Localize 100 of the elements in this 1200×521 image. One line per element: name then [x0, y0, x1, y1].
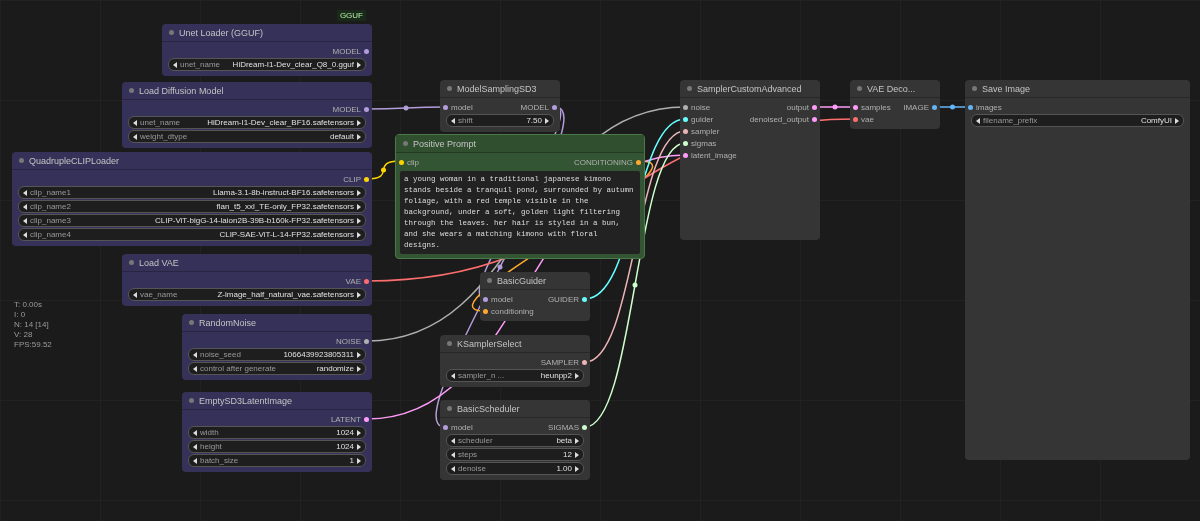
- output-socket[interactable]: [582, 359, 587, 365]
- node-title-bar[interactable]: BasicGuider: [480, 272, 590, 290]
- output-socket[interactable]: [364, 416, 369, 422]
- left-arrow-icon[interactable]: [173, 61, 177, 68]
- input-socket[interactable]: [683, 128, 688, 134]
- combo-widget[interactable]: clip_name3 CLIP-ViT-bigG-14-laion2B-39B-b160k-FP32.safetensors: [18, 214, 366, 227]
- node-panel[interactable]: KSamplerSelect SAMPLER sampler_n ... heunpp2: [440, 335, 590, 387]
- node-panel[interactable]: BasicScheduler model SIGMAS scheduler beta steps 12 denoise 1.00: [440, 400, 590, 480]
- output-socket[interactable]: [582, 424, 587, 430]
- combo-widget[interactable]: unet_name HiDream-I1-Dev_clear_Q8_0.gguf: [168, 58, 366, 71]
- left-arrow-icon[interactable]: [133, 291, 137, 298]
- output-socket[interactable]: [364, 278, 369, 284]
- input-socket[interactable]: [443, 424, 448, 430]
- combo-widget[interactable]: batch_size 1: [188, 454, 366, 467]
- output-socket[interactable]: [364, 338, 369, 344]
- combo-widget[interactable]: noise_seed 1066439923805311: [188, 348, 366, 361]
- input-socket[interactable]: [683, 116, 688, 122]
- widget-label: width: [200, 428, 219, 437]
- node-title-bar[interactable]: Load Diffusion Model: [122, 82, 372, 100]
- right-arrow-icon[interactable]: [1175, 117, 1179, 124]
- input-socket[interactable]: [483, 296, 488, 302]
- node-title-bar[interactable]: Positive Prompt: [396, 135, 644, 153]
- node-title-bar[interactable]: EmptySD3LatentImage: [182, 392, 372, 410]
- collapse-dot-icon[interactable]: [972, 86, 977, 91]
- combo-widget[interactable]: width 1024: [188, 426, 366, 439]
- combo-widget[interactable]: vae_name Z-image_half_natural_vae.safetensors: [128, 288, 366, 301]
- output-socket[interactable]: [552, 104, 557, 110]
- output-socket[interactable]: [582, 296, 587, 302]
- node-title-bar[interactable]: Load VAE: [122, 254, 372, 272]
- node-panel[interactable]: VAE Deco... samples IMAGE vae: [850, 80, 940, 129]
- node-title: Load Diffusion Model: [139, 85, 224, 96]
- input-socket[interactable]: [853, 104, 858, 110]
- node-panel[interactable]: SamplerCustomAdvanced noise output guider denoised_output sampler sigmas latent_image: [680, 80, 820, 240]
- node-title-bar[interactable]: BasicScheduler: [440, 400, 590, 418]
- collapse-dot-icon[interactable]: [487, 278, 492, 283]
- input-socket[interactable]: [483, 308, 488, 314]
- node-title-bar[interactable]: QuadrupleCLIPLoader: [12, 152, 372, 170]
- input-socket[interactable]: [683, 140, 688, 146]
- combo-widget[interactable]: height 1024: [188, 440, 366, 453]
- left-arrow-icon[interactable]: [451, 372, 455, 379]
- node-panel[interactable]: EmptySD3LatentImage LATENT width 1024 height 1024 batch_size 1: [182, 392, 372, 472]
- node-panel[interactable]: RandomNoise NOISE noise_seed 1066439923805311 control after generate randomize: [182, 314, 372, 380]
- output-socket[interactable]: [812, 116, 817, 122]
- collapse-dot-icon[interactable]: [189, 398, 194, 403]
- collapse-dot-icon[interactable]: [857, 86, 862, 91]
- node-panel[interactable]: BasicGuider model GUIDER conditioning: [480, 272, 590, 321]
- combo-widget[interactable]: control after generate randomize: [188, 362, 366, 375]
- combo-widget[interactable]: denoise 1.00: [446, 462, 584, 475]
- output-socket[interactable]: [364, 48, 369, 54]
- node-title-bar[interactable]: SamplerCustomAdvanced: [680, 80, 820, 98]
- node-title-bar[interactable]: Unet Loader (GGUF): [162, 24, 372, 42]
- node-panel[interactable]: Load Diffusion Model MODEL unet_name HiDream-I1-Dev_clear_BF16.safetensors weight_dtype default: [122, 82, 372, 148]
- combo-widget[interactable]: clip_name2 flan_t5_xxl_TE-only_FP32.safetensors: [18, 200, 366, 213]
- combo-widget[interactable]: clip_name1 Llama-3.1-8b-instruct-BF16.safetensors: [18, 186, 366, 199]
- collapse-dot-icon[interactable]: [189, 320, 194, 325]
- collapse-dot-icon[interactable]: [447, 86, 452, 91]
- node-title-bar[interactable]: ModelSamplingSD3: [440, 80, 560, 98]
- collapse-dot-icon[interactable]: [447, 341, 452, 346]
- collapse-dot-icon[interactable]: [169, 30, 174, 35]
- output-socket[interactable]: [364, 106, 369, 112]
- right-arrow-icon[interactable]: [545, 117, 549, 124]
- combo-widget[interactable]: clip_name4 CLIP-SAE-ViT-L-14-FP32.safetensors: [18, 228, 366, 241]
- collapse-dot-icon[interactable]: [19, 158, 24, 163]
- collapse-dot-icon[interactable]: [687, 86, 692, 91]
- collapse-dot-icon[interactable]: [129, 260, 134, 265]
- node-title-bar[interactable]: RandomNoise: [182, 314, 372, 332]
- collapse-dot-icon[interactable]: [447, 406, 452, 411]
- input-socket[interactable]: [683, 152, 688, 158]
- right-arrow-icon[interactable]: [357, 61, 361, 68]
- right-arrow-icon[interactable]: [357, 291, 361, 298]
- collapse-dot-icon[interactable]: [129, 88, 134, 93]
- widget-label: filename_prefix: [983, 116, 1038, 125]
- input-socket[interactable]: [443, 104, 448, 110]
- left-arrow-icon[interactable]: [976, 117, 980, 124]
- node-title-bar[interactable]: KSamplerSelect: [440, 335, 590, 353]
- node-title-bar[interactable]: VAE Deco...: [850, 80, 940, 98]
- combo-widget[interactable]: sampler_n ... heunpp2: [446, 369, 584, 382]
- output-socket[interactable]: [932, 104, 937, 110]
- output-socket[interactable]: [364, 176, 369, 182]
- widget-value: heunpp2: [540, 371, 572, 380]
- left-arrow-icon[interactable]: [451, 117, 455, 124]
- combo-widget[interactable]: shift 7.50: [446, 114, 554, 127]
- node-panel[interactable]: [395, 134, 645, 259]
- combo-widget[interactable]: filename_prefix ComfyUI: [971, 114, 1184, 127]
- right-arrow-icon[interactable]: [575, 372, 579, 379]
- node-panel[interactable]: [12, 152, 372, 246]
- input-socket[interactable]: [853, 116, 858, 122]
- node-title-bar[interactable]: Save Image: [965, 80, 1190, 98]
- node-panel[interactable]: ModelSamplingSD3 model MODEL shift 7.50: [440, 80, 560, 132]
- input-socket[interactable]: [683, 104, 688, 110]
- combo-widget[interactable]: steps 12: [446, 448, 584, 461]
- node-panel[interactable]: Load VAE VAE vae_name Z-image_half_natural_vae.safetensors: [122, 254, 372, 306]
- combo-widget[interactable]: scheduler beta: [446, 434, 584, 447]
- input-socket[interactable]: [968, 104, 973, 110]
- collapse-dot-icon[interactable]: [403, 141, 408, 146]
- combo-widget[interactable]: weight_dtype default: [128, 130, 366, 143]
- input-socket[interactable]: [399, 159, 404, 165]
- output-socket[interactable]: [812, 104, 817, 110]
- node-panel[interactable]: Save Image images filename_prefix ComfyUI: [965, 80, 1190, 460]
- combo-widget[interactable]: unet_name HiDream-I1-Dev_clear_BF16.safetensors: [128, 116, 366, 129]
